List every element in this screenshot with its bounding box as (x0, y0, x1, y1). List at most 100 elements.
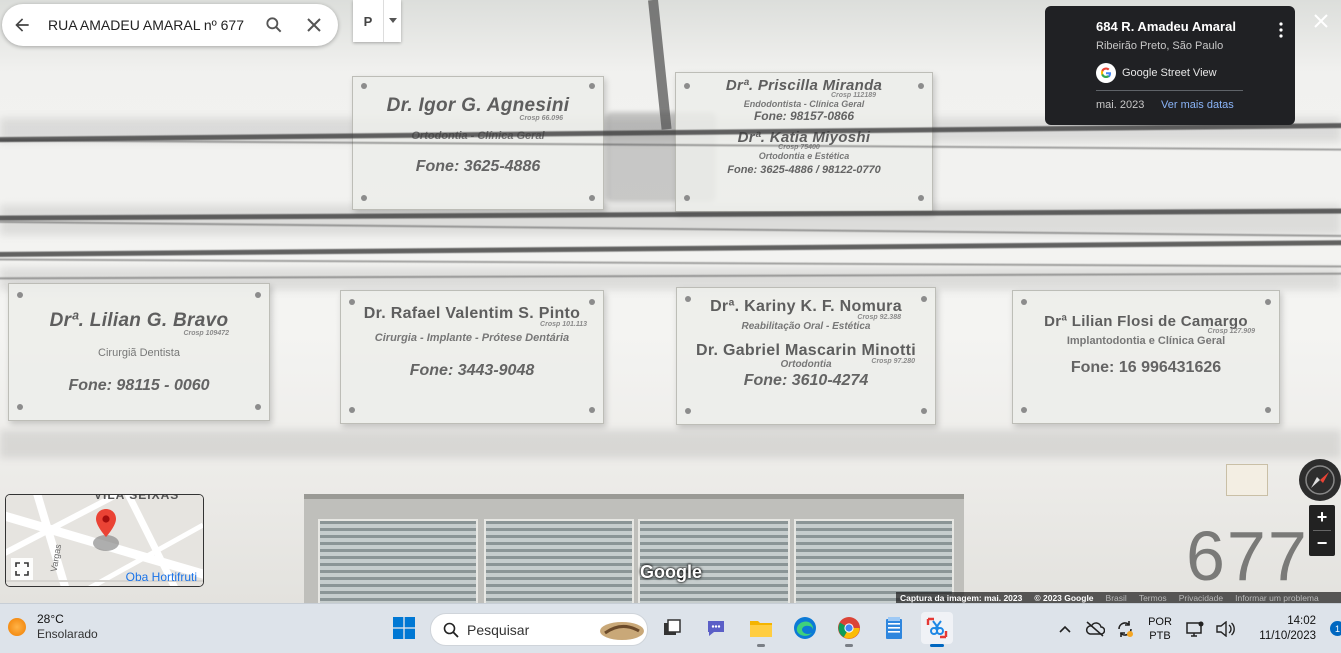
onedrive-button[interactable] (1080, 614, 1110, 644)
zoom-out-button[interactable]: − (1309, 531, 1335, 556)
plaque-phone-2: Fone: 3610-4274 (743, 372, 869, 389)
more-options-button[interactable] (1279, 22, 1283, 43)
file-explorer-button[interactable] (745, 612, 777, 647)
plaque-phone: Fone: 3443-9048 (409, 362, 535, 379)
windows-logo-icon (393, 617, 415, 639)
snipping-tool-button[interactable] (921, 612, 953, 647)
close-street-view-button[interactable] (1310, 10, 1332, 32)
window (304, 494, 964, 603)
search-button[interactable] (254, 5, 294, 45)
search-input[interactable]: RUA AMADEU AMARAL nº 677 (42, 17, 254, 33)
more-dates-link[interactable]: Ver mais datas (1161, 99, 1234, 111)
location-subtitle: Ribeirão Preto, São Paulo (1096, 40, 1224, 52)
plaque-phone: Fone: 3625-4886 (415, 158, 541, 175)
more-vertical-icon (1279, 22, 1283, 38)
notepad-icon (886, 617, 902, 639)
plaque-phone: Fone: 16 996431626 (1070, 359, 1222, 376)
capture-date: mai. 2023 (1096, 99, 1145, 111)
taskbar-search-placeholder: Pesquisar (467, 621, 530, 638)
pole (648, 0, 672, 130)
street-view-brand: Google Street View (1096, 63, 1217, 83)
edge-browser-button[interactable] (789, 612, 821, 644)
weather-widget[interactable]: 28°C Ensolarado (8, 612, 98, 642)
link-terms[interactable]: Termos (1139, 593, 1167, 603)
plaque-phone-2: Fone: 3625-4886 / 98122-0770 (727, 164, 881, 176)
weather-temperature: 28°C (37, 612, 64, 626)
snipping-tool-icon (926, 617, 948, 639)
speaker-icon (1216, 620, 1235, 637)
sync-button[interactable] (1110, 614, 1140, 644)
sync-icon (1118, 620, 1133, 637)
plaque-spec: Cirurgia - Implante - Prótese Dentária (374, 332, 570, 344)
show-hidden-icons-button[interactable] (1050, 614, 1080, 644)
task-view-icon (664, 619, 681, 635)
chrome-browser-button[interactable] (833, 612, 865, 647)
notification-badge[interactable]: 1 (1330, 621, 1341, 636)
cloud-off-icon (1086, 620, 1105, 637)
caret-down-icon (388, 18, 397, 23)
search-highlight-icon (600, 621, 644, 640)
plaque-phone: Fone: 98115 - 0060 (68, 377, 210, 394)
chat-app-button[interactable] (700, 612, 732, 644)
taskbar-search[interactable]: Pesquisar (430, 613, 648, 646)
monitor-network-icon (1186, 621, 1204, 637)
link-privacy[interactable]: Privacidade (1179, 593, 1223, 603)
clock-date: 11/10/2023 (1259, 629, 1316, 642)
google-logo-icon (1096, 63, 1116, 83)
fullscreen-icon (15, 562, 29, 576)
plaque-spec: Reabilitação Oral - Estética (741, 321, 871, 332)
small-sign (1226, 464, 1268, 496)
language-code: POR (1148, 615, 1172, 628)
start-button[interactable] (388, 612, 420, 644)
plaque-kariny-gabriel: Drª. Kariny K. F. Nomura Crosp 92.388 Re… (676, 287, 936, 425)
compass-button[interactable] (1299, 459, 1341, 501)
system-tray: POR PTB 14:02 11/10/2023 1 (1050, 604, 1341, 653)
location-title[interactable]: 684 R. Amadeu Amaral (1096, 19, 1236, 34)
attribution-bar: Captura da imagem: mai. 2023 © 2023 Goog… (896, 592, 1341, 603)
minimap[interactable]: VILA SEIXAS Vargas Oba Hortifruti (5, 494, 204, 587)
close-icon (307, 18, 321, 32)
plaque-spec-2: Ortodontia e Estética (758, 151, 850, 161)
plaque-rafael-pinto: Dr. Rafael Valentim S. Pinto Crosp 101.1… (340, 290, 604, 424)
task-view-button[interactable] (656, 612, 688, 644)
divider (1096, 90, 1243, 91)
pegman-control[interactable]: P (353, 0, 401, 42)
link-brasil[interactable]: Brasil (1106, 593, 1127, 603)
search-icon (443, 622, 459, 638)
link-report-problem[interactable]: Informar um problema (1235, 593, 1319, 603)
plaque-name: Dr. Igor G. Agnesini (386, 95, 570, 116)
plaque-lilian-camargo: Drª Lilian Flosi de Camargo Crosp 127.90… (1012, 290, 1280, 424)
plaque-name: Drª. Lilian G. Bravo (49, 310, 229, 331)
plaque-spec: Cirurgiã Dentista (98, 347, 180, 359)
capture-info: Captura da imagem: mai. 2023 (900, 592, 1023, 603)
folder-icon (750, 621, 772, 637)
pegman-icon[interactable]: P (353, 0, 383, 42)
google-watermark: Google (640, 562, 702, 582)
chat-icon (708, 621, 724, 636)
minimap-neighborhood: VILA SEIXAS (94, 494, 180, 502)
map-pin-icon (93, 509, 119, 551)
close-icon (1314, 14, 1328, 28)
location-info-card: 684 R. Amadeu Amaral Ribeirão Preto, São… (1045, 6, 1295, 125)
weather-description: Ensolarado (37, 627, 98, 641)
clock-time: 14:02 (1287, 614, 1316, 627)
search-box: RUA AMADEU AMARAL nº 677 (2, 4, 338, 46)
zoom-controls: + − (1309, 505, 1335, 556)
minimap-poi-label[interactable]: Oba Hortifruti (126, 570, 197, 584)
system-clock[interactable]: 14:02 11/10/2023 (1254, 614, 1316, 644)
expand-minimap-button[interactable] (11, 558, 33, 580)
search-icon (266, 17, 282, 33)
plaque-spec: Implantodontia e Clínica Geral (1066, 335, 1226, 347)
notepad-button[interactable] (878, 612, 910, 644)
zoom-in-button[interactable]: + (1309, 505, 1335, 530)
arrow-left-icon (15, 18, 29, 32)
volume-button[interactable] (1210, 614, 1240, 644)
plaque-spec: Endodontista - Clínica Geral (743, 99, 865, 109)
chrome-icon (838, 617, 860, 639)
back-button[interactable] (2, 5, 42, 45)
clear-search-button[interactable] (294, 5, 334, 45)
house-number: 677 (1186, 517, 1309, 595)
pegman-dropdown[interactable] (384, 0, 401, 42)
network-button[interactable] (1180, 614, 1210, 644)
input-language-indicator[interactable]: POR PTB (1140, 615, 1180, 643)
